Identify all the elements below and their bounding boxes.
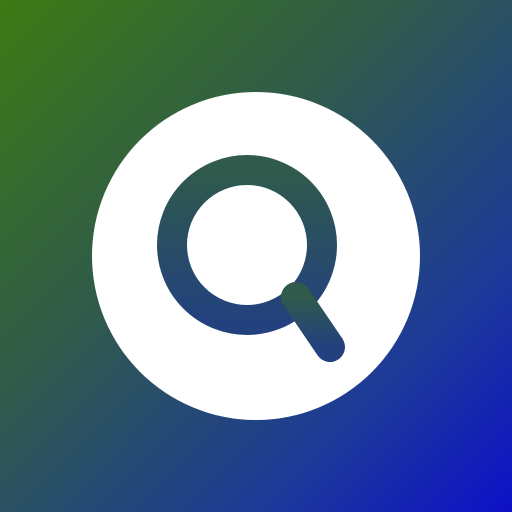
icon-backdrop-circle	[92, 92, 420, 420]
app-icon	[0, 0, 512, 512]
search-icon	[92, 92, 420, 420]
